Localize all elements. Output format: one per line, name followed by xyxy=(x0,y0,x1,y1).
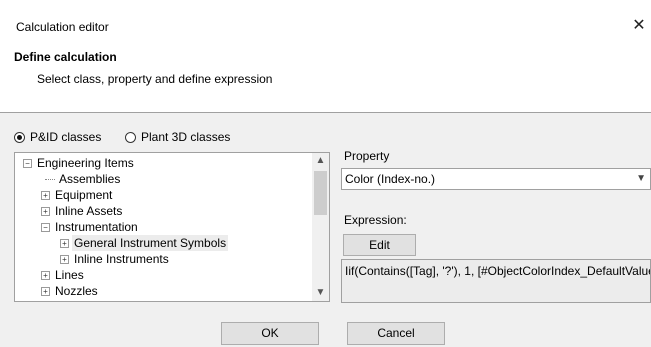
header-subtitle: Select class, property and define expres… xyxy=(37,72,273,86)
expression-label: Expression: xyxy=(344,213,407,227)
tree-item-label: Inline Assets xyxy=(55,204,123,218)
expression-field[interactable]: Iif(Contains([Tag], '?'), 1, [#ObjectCol… xyxy=(341,259,651,303)
tree-item-inline-assets[interactable]: + Inline Assets xyxy=(41,203,124,219)
ok-button[interactable]: OK xyxy=(221,322,319,345)
expand-icon[interactable]: + xyxy=(60,254,69,264)
radio-pid-label: P&ID classes xyxy=(30,130,102,144)
tree-item-lines[interactable]: + Lines xyxy=(41,267,86,283)
tree-item-general-instrument-symbols[interactable]: + General Instrument Symbols xyxy=(60,235,229,251)
expand-icon[interactable]: + xyxy=(60,238,69,248)
tree-item-equipment[interactable]: + Equipment xyxy=(41,187,114,203)
edit-button[interactable]: Edit xyxy=(343,234,416,256)
tree-item-engineering-items[interactable]: − Engineering Items xyxy=(23,155,136,171)
radio-pid-classes[interactable]: P&ID classes xyxy=(14,130,101,144)
expand-icon[interactable]: + xyxy=(41,190,50,200)
property-label: Property xyxy=(344,149,390,163)
cancel-button[interactable]: Cancel xyxy=(347,322,445,345)
tree-item-assemblies[interactable]: Assemblies xyxy=(45,171,122,187)
tree-item-label: Assemblies xyxy=(59,172,121,186)
collapse-icon[interactable]: − xyxy=(23,158,32,168)
tree-item-label: Equipment xyxy=(55,188,113,202)
tree-item-label: Lines xyxy=(55,268,84,282)
radio-plant3d-label: Plant 3D classes xyxy=(141,130,231,144)
radio-checked-icon xyxy=(14,131,25,143)
close-icon[interactable]: ✕ xyxy=(629,16,649,36)
tree-connector xyxy=(45,178,55,180)
property-select[interactable]: Color (Index-no.) ▼ xyxy=(341,168,651,190)
expand-icon[interactable]: + xyxy=(41,206,50,216)
scroll-thumb[interactable] xyxy=(314,171,327,215)
tree-item-nozzles[interactable]: + Nozzles xyxy=(41,283,100,299)
tree-item-label: Inline Instruments xyxy=(74,252,169,266)
tree-item-instrumentation[interactable]: − Instrumentation xyxy=(41,219,140,235)
expression-value: Iif(Contains([Tag], '?'), 1, [#ObjectCol… xyxy=(345,264,651,278)
scroll-up-icon[interactable]: ▲ xyxy=(312,153,329,169)
dialog-header: Define calculation Select class, propert… xyxy=(0,40,651,113)
radio-unchecked-icon xyxy=(125,131,136,143)
radio-plant3d-classes[interactable]: Plant 3D classes xyxy=(125,130,230,144)
collapse-icon[interactable]: − xyxy=(41,222,50,232)
tree-item-label: Engineering Items xyxy=(37,156,134,170)
window-title: Calculation editor xyxy=(16,20,109,34)
tree-item-label: Nozzles xyxy=(55,284,98,298)
tree-item-label: General Instrument Symbols xyxy=(72,235,229,251)
title-bar: Calculation editor ✕ xyxy=(0,0,651,40)
class-tree[interactable]: − Engineering Items Assemblies + Equipme… xyxy=(14,152,330,302)
tree-item-label: Instrumentation xyxy=(55,220,138,234)
expand-icon[interactable]: + xyxy=(41,270,50,280)
scroll-down-icon[interactable]: ▼ xyxy=(312,285,329,301)
tree-scrollbar[interactable]: ▲ ▼ xyxy=(312,153,329,301)
chevron-down-icon: ▼ xyxy=(636,173,646,184)
header-title: Define calculation xyxy=(14,50,117,64)
property-select-value: Color (Index-no.) xyxy=(345,172,436,186)
tree-item-inline-instruments[interactable]: + Inline Instruments xyxy=(60,251,171,267)
expand-icon[interactable]: + xyxy=(41,286,50,296)
